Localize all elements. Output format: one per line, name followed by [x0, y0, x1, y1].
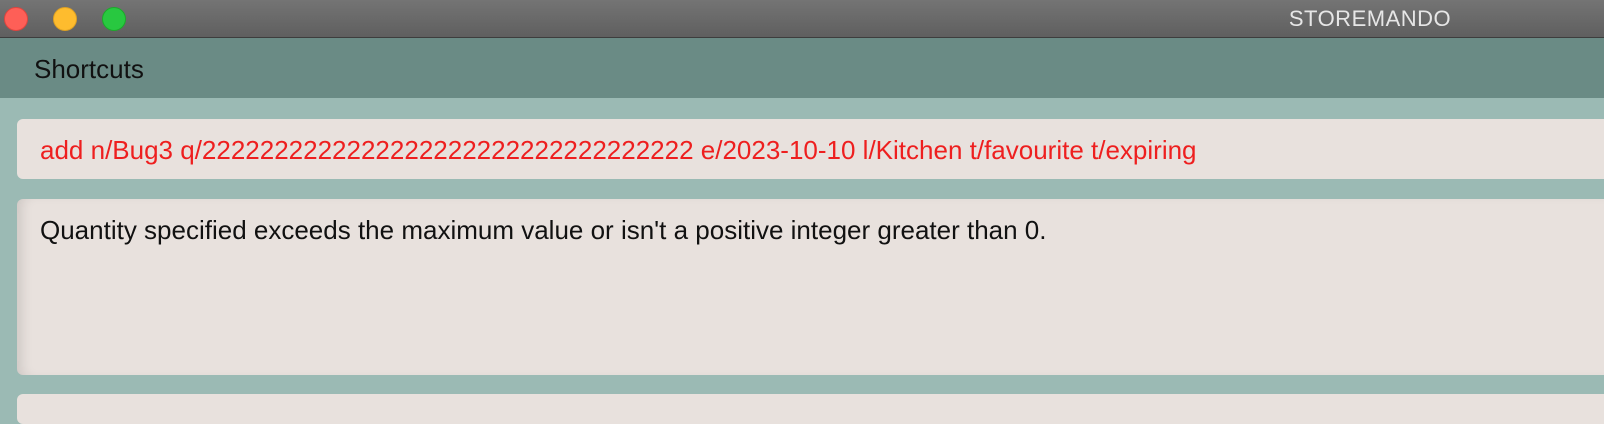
menu-item-shortcuts[interactable]: Shortcuts — [34, 38, 144, 98]
result-message: Quantity specified exceeds the maximum v… — [40, 215, 1047, 245]
minimize-window-button[interactable] — [53, 7, 77, 31]
window-title: STOREMANDO — [1288, 6, 1452, 31]
command-input[interactable]: add n/Bug3 q/222222222222222222222222222… — [40, 119, 1197, 179]
close-window-button[interactable] — [4, 7, 28, 31]
list-panel — [17, 394, 1604, 424]
menu-bar: Shortcuts — [0, 38, 1604, 98]
zoom-window-button[interactable] — [102, 7, 126, 31]
result-display: Quantity specified exceeds the maximum v… — [17, 199, 1604, 375]
window-titlebar: STOREMANDO — [0, 0, 1604, 38]
command-box[interactable]: add n/Bug3 q/222222222222222222222222222… — [17, 119, 1604, 179]
